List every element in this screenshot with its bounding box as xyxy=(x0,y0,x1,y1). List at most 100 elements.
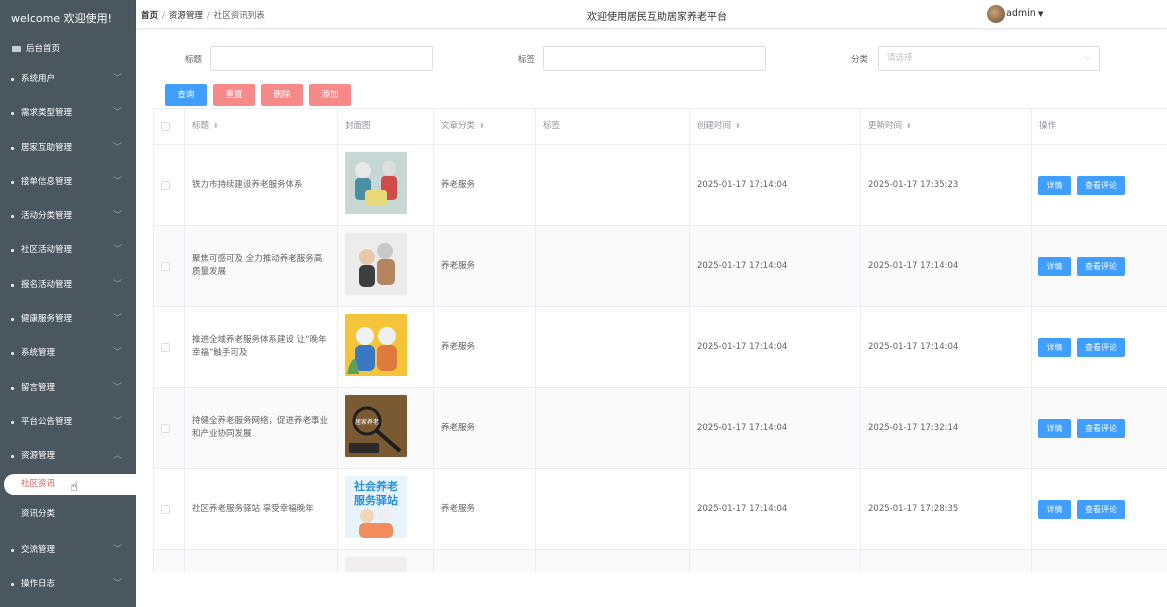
reset-button[interactable]: 重置 xyxy=(213,84,255,106)
view-comments-button[interactable]: 查看评论 xyxy=(1077,499,1125,519)
bullet-icon xyxy=(11,146,14,150)
article-category: 养老服务 xyxy=(441,179,476,190)
header-category[interactable]: 文章分类 ⬍ xyxy=(434,109,536,144)
updated-time: 2025-01-17 17:28:35 xyxy=(868,503,959,514)
cover-image[interactable]: 居家养老 xyxy=(345,394,407,462)
category-select[interactable]: 请选择 ⌵ xyxy=(878,46,1100,71)
query-button[interactable]: 查询 xyxy=(165,84,207,106)
cover-cell: 居家养老 xyxy=(338,388,434,468)
created-cell: 2025-01-17 17:14:04 xyxy=(690,469,861,549)
sort-icon: ⬍ xyxy=(735,122,741,130)
header-title[interactable]: 标题 ⬍ xyxy=(185,109,338,144)
sidebar-subitem[interactable]: 资讯分类 xyxy=(0,495,136,533)
bullet-icon xyxy=(11,455,14,459)
header-created[interactable]: 创建时间 ⬍ xyxy=(690,109,861,144)
top-bar: 首页 / 资源管理 / 社区资讯列表 欢迎使用居民互助居家养老平台 admin ▼ xyxy=(136,0,1167,29)
updated-cell: 2025-01-17 17:32:14 xyxy=(861,388,1032,468)
sidebar-item-label: 操作日志 xyxy=(21,578,56,589)
view-comments-button[interactable]: 查看评论 xyxy=(1077,175,1125,195)
cover-image[interactable]: 社会养老 服务驿站 xyxy=(345,475,407,543)
sidebar-item[interactable]: 报名活动管理 ﹀ xyxy=(0,268,136,302)
category-cell: 养老服务 xyxy=(434,469,536,549)
category-cell: 养老服务 xyxy=(434,388,536,468)
updated-time: 2025-01-17 17:14:04 xyxy=(868,341,959,352)
bullet-icon xyxy=(11,112,14,116)
chevron-down-icon: ﹀ xyxy=(112,245,122,256)
sidebar-item[interactable]: 居家互助管理 ﹀ xyxy=(0,131,136,165)
bullet-icon xyxy=(11,249,14,253)
created-cell: 2025-01-17 17:14:04 xyxy=(690,226,861,306)
breadcrumb: 首页 / 资源管理 / 社区资讯列表 xyxy=(141,11,265,21)
tag-input[interactable] xyxy=(543,46,766,71)
view-comments-button[interactable]: 查看评论 xyxy=(1077,418,1125,438)
category-cell: 养老服务 xyxy=(434,145,536,225)
bullet-icon xyxy=(11,420,14,424)
detail-button[interactable]: 详情 xyxy=(1038,499,1071,519)
row-checkbox[interactable] xyxy=(161,342,170,352)
actions-cell xyxy=(1032,550,1167,572)
sidebar-item[interactable]: 系统用户 ﹀ xyxy=(0,62,136,96)
article-title: 持健全养老服务网络，促进养老事业和产业协同发展 xyxy=(192,416,329,439)
detail-button[interactable]: 详情 xyxy=(1038,418,1071,438)
sidebar-item[interactable]: 平台公告管理 ﹀ xyxy=(0,405,136,439)
sidebar-item-label: 接单信息管理 xyxy=(21,176,73,187)
welcome-text: welcome 欢迎使用! xyxy=(11,12,112,25)
row-checkbox[interactable] xyxy=(161,504,170,514)
sidebar-item[interactable]: 资源管理 ︿ xyxy=(0,439,136,473)
bullet-icon xyxy=(11,78,14,81)
add-button[interactable]: 添加 xyxy=(309,84,351,106)
title-cell: 持健全养老服务网络，促进养老事业和产业协同发展 xyxy=(185,388,338,468)
sidebar-item-label: 居家互助管理 xyxy=(21,142,73,153)
sidebar-subitem-active[interactable]: 社区资讯 ☝ xyxy=(4,473,136,495)
title-cell xyxy=(185,550,338,572)
actions-cell: 详情 查看评论 xyxy=(1032,388,1167,468)
created-time: 2025-01-17 17:14:04 xyxy=(697,341,788,352)
created-time: 2025-01-17 17:14:04 xyxy=(697,422,788,433)
sidebar-item[interactable]: 社区活动管理 ﹀ xyxy=(0,233,136,267)
row-checkbox[interactable] xyxy=(161,261,170,271)
breadcrumb-home[interactable]: 首页 xyxy=(141,11,158,21)
sidebar-item[interactable]: 活动分类管理 ﹀ xyxy=(0,199,136,233)
detail-button[interactable]: 详情 xyxy=(1038,175,1071,195)
sidebar-item[interactable]: 交流管理 ﹀ xyxy=(0,533,136,567)
sidebar-item-label: 需求类型管理 xyxy=(21,108,73,119)
sidebar-item[interactable]: 操作日志 ﹀ xyxy=(0,567,136,601)
sidebar-item[interactable]: 需求类型管理 ﹀ xyxy=(0,96,136,130)
cover-image[interactable] xyxy=(345,151,407,219)
sidebar-item-home[interactable]: 后台首页 xyxy=(0,37,136,62)
article-category: 养老服务 xyxy=(441,260,476,271)
tag-cell xyxy=(536,226,690,306)
header-cover: 封面图 xyxy=(338,109,434,144)
row-checkbox[interactable] xyxy=(161,180,170,190)
detail-button[interactable]: 详情 xyxy=(1038,256,1071,276)
title-input[interactable] xyxy=(210,46,433,71)
created-time: 2025-01-17 17:14:04 xyxy=(697,503,788,514)
table-header: 标题 ⬍ 封面图 文章分类 ⬍ 标签 创建时间 ⬍ 更新时间 ⬍ 操作 xyxy=(154,109,1167,145)
cover-image[interactable] xyxy=(345,557,407,572)
tag-cell xyxy=(536,388,690,468)
cover-image[interactable] xyxy=(345,313,407,381)
header-updated[interactable]: 更新时间 ⬍ xyxy=(861,109,1032,144)
category-cell xyxy=(434,550,536,572)
sidebar-item[interactable]: 接单信息管理 ﹀ xyxy=(0,165,136,199)
title-label: 标题 xyxy=(185,55,203,65)
table-row: 推进全域养老服务体系建设 让“晚年幸福”触手可及 养老服务 2025-01-17 1… xyxy=(154,307,1167,388)
detail-button[interactable]: 详情 xyxy=(1038,337,1071,357)
chevron-down-icon: ﹀ xyxy=(112,578,122,589)
avatar[interactable] xyxy=(987,5,1005,23)
row-checkbox[interactable] xyxy=(161,423,170,433)
view-comments-button[interactable]: 查看评论 xyxy=(1077,337,1125,357)
sidebar-item[interactable]: 健康服务管理 ﹀ xyxy=(0,302,136,336)
breadcrumb-resource[interactable]: 资源管理 xyxy=(169,11,203,21)
cover-image[interactable] xyxy=(345,232,407,300)
delete-button[interactable]: 删除 xyxy=(261,84,303,106)
tag-label: 标签 xyxy=(518,55,536,65)
view-comments-button[interactable]: 查看评论 xyxy=(1077,256,1125,276)
user-menu[interactable]: admin ▼ xyxy=(1006,8,1043,19)
sidebar-item[interactable]: 系统管理 ﹀ xyxy=(0,336,136,370)
select-cell xyxy=(154,550,185,572)
select-all-checkbox[interactable] xyxy=(161,122,170,131)
sidebar-item[interactable]: 留言管理 ﹀ xyxy=(0,371,136,405)
bullet-icon xyxy=(11,582,14,586)
header-label: 标题 xyxy=(192,121,210,131)
